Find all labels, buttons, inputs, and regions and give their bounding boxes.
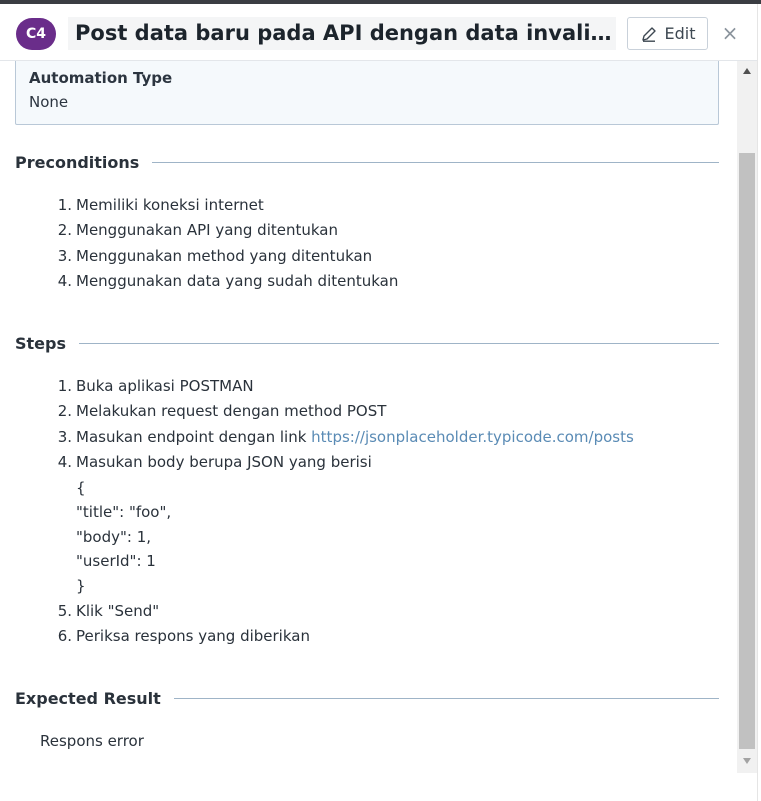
endpoint-link[interactable]: https://jsonplaceholder.typicode.com/pos… bbox=[311, 425, 634, 450]
list-item: 4. Masukan body berupa JSON yang berisi bbox=[57, 453, 372, 472]
case-details-panel: Automation Type None Preconditions 1. Mem… bbox=[0, 61, 737, 801]
automation-type-box: Automation Type None bbox=[15, 61, 719, 125]
steps-list: 1. Buka aplikasi POSTMAN 2. Melakukan requ… bbox=[52, 374, 712, 649]
expected-result-title: Expected Result bbox=[15, 688, 161, 708]
section-divider bbox=[152, 161, 719, 163]
json-body-line: { bbox=[76, 478, 86, 497]
steps-heading: Steps bbox=[15, 332, 719, 354]
json-body-line: "title": "foo", bbox=[76, 503, 172, 522]
case-title: Post data baru pada API dengan data inva… bbox=[68, 17, 616, 50]
list-item: 2. Menggunakan API yang ditentukan bbox=[57, 221, 338, 240]
panel-right-border bbox=[757, 4, 761, 801]
list-item: 2. Melakukan request dengan method POST bbox=[57, 402, 387, 421]
steps-title: Steps bbox=[15, 333, 66, 353]
preconditions-heading: Preconditions bbox=[15, 151, 719, 173]
scrollbar-thumb[interactable] bbox=[739, 153, 755, 749]
expected-result-text: Respons error bbox=[40, 732, 144, 750]
vertical-scrollbar[interactable] bbox=[737, 61, 757, 773]
scroll-up-arrow-icon[interactable] bbox=[737, 61, 757, 81]
edit-button-label: Edit bbox=[664, 24, 696, 43]
list-item: 4. Menggunakan data yang sudah ditentukan bbox=[57, 272, 399, 291]
automation-type-label: Automation Type bbox=[29, 69, 173, 87]
list-item: 5. Klik "Send" bbox=[57, 601, 160, 620]
json-body-line: "body": 1, bbox=[76, 527, 152, 546]
pencil-icon bbox=[641, 26, 656, 42]
list-item: 1. Memiliki koneksi internet bbox=[57, 196, 264, 214]
json-body-line: "userId": 1 bbox=[76, 552, 156, 571]
json-body-line: } bbox=[76, 576, 86, 595]
preconditions-title: Preconditions bbox=[15, 152, 140, 172]
section-divider bbox=[173, 697, 719, 699]
case-header: C4 Post data baru pada API dengan data i… bbox=[0, 4, 761, 61]
list-item: 6. Periksa respons yang diberikan bbox=[57, 626, 310, 645]
list-item: 3. Masukan endpoint dengan link https://j… bbox=[52, 425, 712, 450]
edit-button[interactable]: Edit bbox=[627, 17, 708, 50]
automation-type-value: None bbox=[29, 93, 69, 111]
scroll-down-arrow-icon[interactable] bbox=[737, 751, 757, 771]
case-id-badge: C4 bbox=[16, 18, 56, 50]
preconditions-list: 1. Memiliki koneksi internet 2. Menggunaka… bbox=[52, 193, 712, 295]
list-item: 1. Buka aplikasi POSTMAN bbox=[57, 377, 254, 395]
expected-result-heading: Expected Result bbox=[15, 687, 719, 709]
close-icon[interactable]: × bbox=[720, 22, 740, 44]
list-item: 3. Menggunakan method yang ditentukan bbox=[57, 246, 373, 265]
section-divider bbox=[79, 342, 719, 344]
